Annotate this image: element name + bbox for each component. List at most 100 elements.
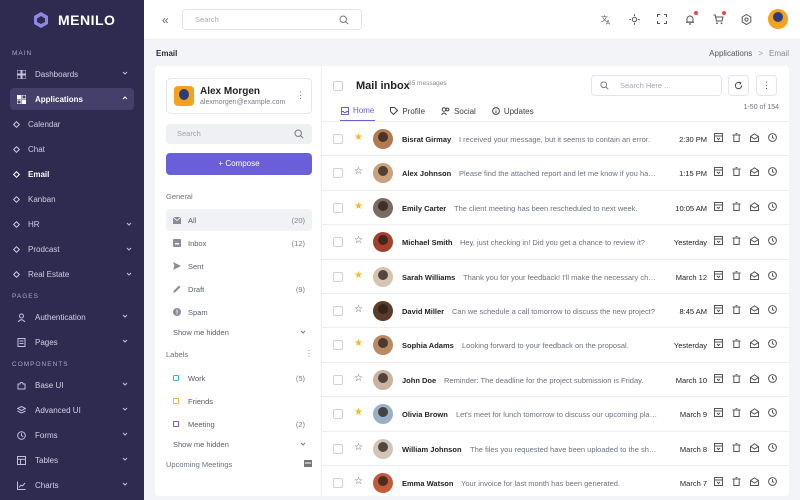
archive-icon[interactable] [714,442,723,452]
email-row[interactable]: ★ Olivia Brown Let's meet for lunch tomorr… [322,396,789,430]
trash-icon[interactable] [732,305,741,314]
snooze-clock-icon[interactable] [768,373,777,383]
sidebar-subitem-real-estate[interactable]: Real Estate [12,263,134,285]
mark-read-icon[interactable] [750,305,759,314]
star-outline-icon[interactable]: ☆ [354,303,363,317]
top-search-input[interactable]: Search [182,9,362,30]
row-checkbox[interactable] [333,305,343,316]
sidebar-item-advanced-ui[interactable]: Advanced UI [10,399,134,421]
sidebar-item-base-ui[interactable]: Base UI [10,374,134,396]
show-hidden-labels-toggle[interactable]: Show me hidden [173,440,306,449]
labels-menu-icon[interactable]: ⋮ [305,349,313,358]
folder-inbox[interactable]: Inbox (12) [166,232,312,254]
mark-read-icon[interactable] [750,373,759,383]
email-row[interactable]: ☆ John Doe Reminder: The deadline for the … [322,361,789,396]
email-row[interactable]: ★ Sophia Adams Looking forward to your fee… [322,327,789,361]
folder-all[interactable]: All (20) [166,209,312,231]
snooze-clock-icon[interactable] [768,167,777,177]
archive-icon[interactable] [714,408,723,418]
star-filled-icon[interactable]: ★ [354,131,363,145]
mark-read-icon[interactable] [750,408,759,418]
show-hidden-folders-toggle[interactable]: Show me hidden [173,328,306,337]
tab-home[interactable]: Home [340,101,376,121]
email-row[interactable]: ☆ Michael Smith Hey, just checking in! Did… [322,224,789,258]
sidebar-subitem-prodcast[interactable]: Prodcast [12,238,134,260]
trash-icon[interactable] [732,373,741,383]
snooze-clock-icon[interactable] [768,236,777,246]
email-row[interactable]: ★ Sarah Williams Thank you for your feedba… [322,258,789,293]
folder-sent[interactable]: Sent [166,255,312,277]
snooze-clock-icon[interactable] [768,442,777,452]
breadcrumb-parent-link[interactable]: Applications [709,49,752,58]
trash-icon[interactable] [732,442,741,452]
archive-icon[interactable] [714,270,723,280]
email-row[interactable]: ☆ William Johnson The files you requested … [322,430,789,465]
trash-icon[interactable] [732,408,741,418]
sidebar-subitem-chat[interactable]: Chat [12,138,134,160]
profile-card[interactable]: Alex Morgen alexmorgen@example.com ⋮ [166,78,312,114]
star-filled-icon[interactable]: ★ [354,269,363,283]
row-checkbox[interactable] [333,443,343,454]
trash-icon[interactable] [732,477,741,486]
snooze-clock-icon[interactable] [768,305,777,314]
snooze-clock-icon[interactable] [768,201,777,211]
row-checkbox[interactable] [333,237,343,248]
email-row[interactable]: ★ Bisrat Girmay I received your message, b… [322,121,789,155]
row-checkbox[interactable] [333,374,343,385]
trash-icon[interactable] [732,167,741,177]
sidebar-item-tables[interactable]: Tables [10,449,134,471]
mark-read-icon[interactable] [750,167,759,177]
translate-icon[interactable]: 文A [600,13,612,25]
mark-read-icon[interactable] [750,133,759,142]
collapse-sidebar-icon[interactable]: « [162,13,169,27]
trash-icon[interactable] [732,236,741,246]
star-filled-icon[interactable]: ★ [354,337,363,351]
row-checkbox[interactable] [333,340,343,351]
archive-icon[interactable] [714,304,723,314]
mark-read-icon[interactable] [750,270,759,280]
email-row[interactable]: ☆ Alex Johnson Please find the attached re… [322,155,789,189]
cart-icon[interactable] [712,11,726,25]
folder-draft[interactable]: Draft (9) [166,278,312,300]
archive-icon[interactable] [714,476,723,486]
sidebar-item-pages[interactable]: Pages [10,331,134,353]
notification-bell-icon[interactable] [684,11,698,25]
archive-icon[interactable] [714,133,723,142]
star-filled-icon[interactable]: ★ [354,200,363,214]
settings-gear-icon[interactable] [740,13,752,25]
calendar-icon[interactable] [304,460,312,469]
mark-read-icon[interactable] [750,236,759,246]
label-friends[interactable]: Friends [166,390,312,412]
sidebar-item-charts[interactable]: Charts [10,474,134,496]
star-outline-icon[interactable]: ☆ [354,441,363,455]
trash-icon[interactable] [732,270,741,280]
brand-logo[interactable]: MENILO [0,0,144,40]
inbox-menu-button[interactable]: ⋮ [756,75,777,96]
star-outline-icon[interactable]: ☆ [354,234,363,248]
select-all-checkbox[interactable] [333,81,343,91]
kebab-menu-icon[interactable]: ⋮ [296,90,305,101]
archive-icon[interactable] [714,373,723,383]
sidebar-subitem-kanban[interactable]: Kanban [12,188,134,210]
sidebar-subitem-email[interactable]: Email [12,163,134,185]
sun-icon[interactable] [628,13,640,25]
tab-social[interactable]: Social [440,101,477,121]
sidebar-item-applications[interactable]: Applications [10,88,134,110]
row-checkbox[interactable] [333,202,343,213]
mark-read-icon[interactable] [750,477,759,486]
star-outline-icon[interactable]: ☆ [354,475,363,489]
email-row[interactable]: ★ Emily Carter The client meeting has been… [322,189,789,224]
star-outline-icon[interactable]: ☆ [354,372,363,386]
compose-button[interactable]: + Compose [166,153,312,175]
sidebar-item-forms[interactable]: Forms [10,424,134,446]
row-checkbox[interactable] [333,134,343,144]
sidebar-subitem-calendar[interactable]: Calendar [12,113,134,135]
trash-icon[interactable] [732,133,741,142]
row-checkbox[interactable] [333,409,343,420]
row-checkbox[interactable] [333,477,343,488]
mark-read-icon[interactable] [750,442,759,452]
archive-icon[interactable] [714,201,723,211]
email-row[interactable]: ☆ Emma Watson Your invoice for last month … [322,464,789,496]
fullscreen-icon[interactable] [656,13,668,25]
label-work[interactable]: Work (5) [166,367,312,389]
